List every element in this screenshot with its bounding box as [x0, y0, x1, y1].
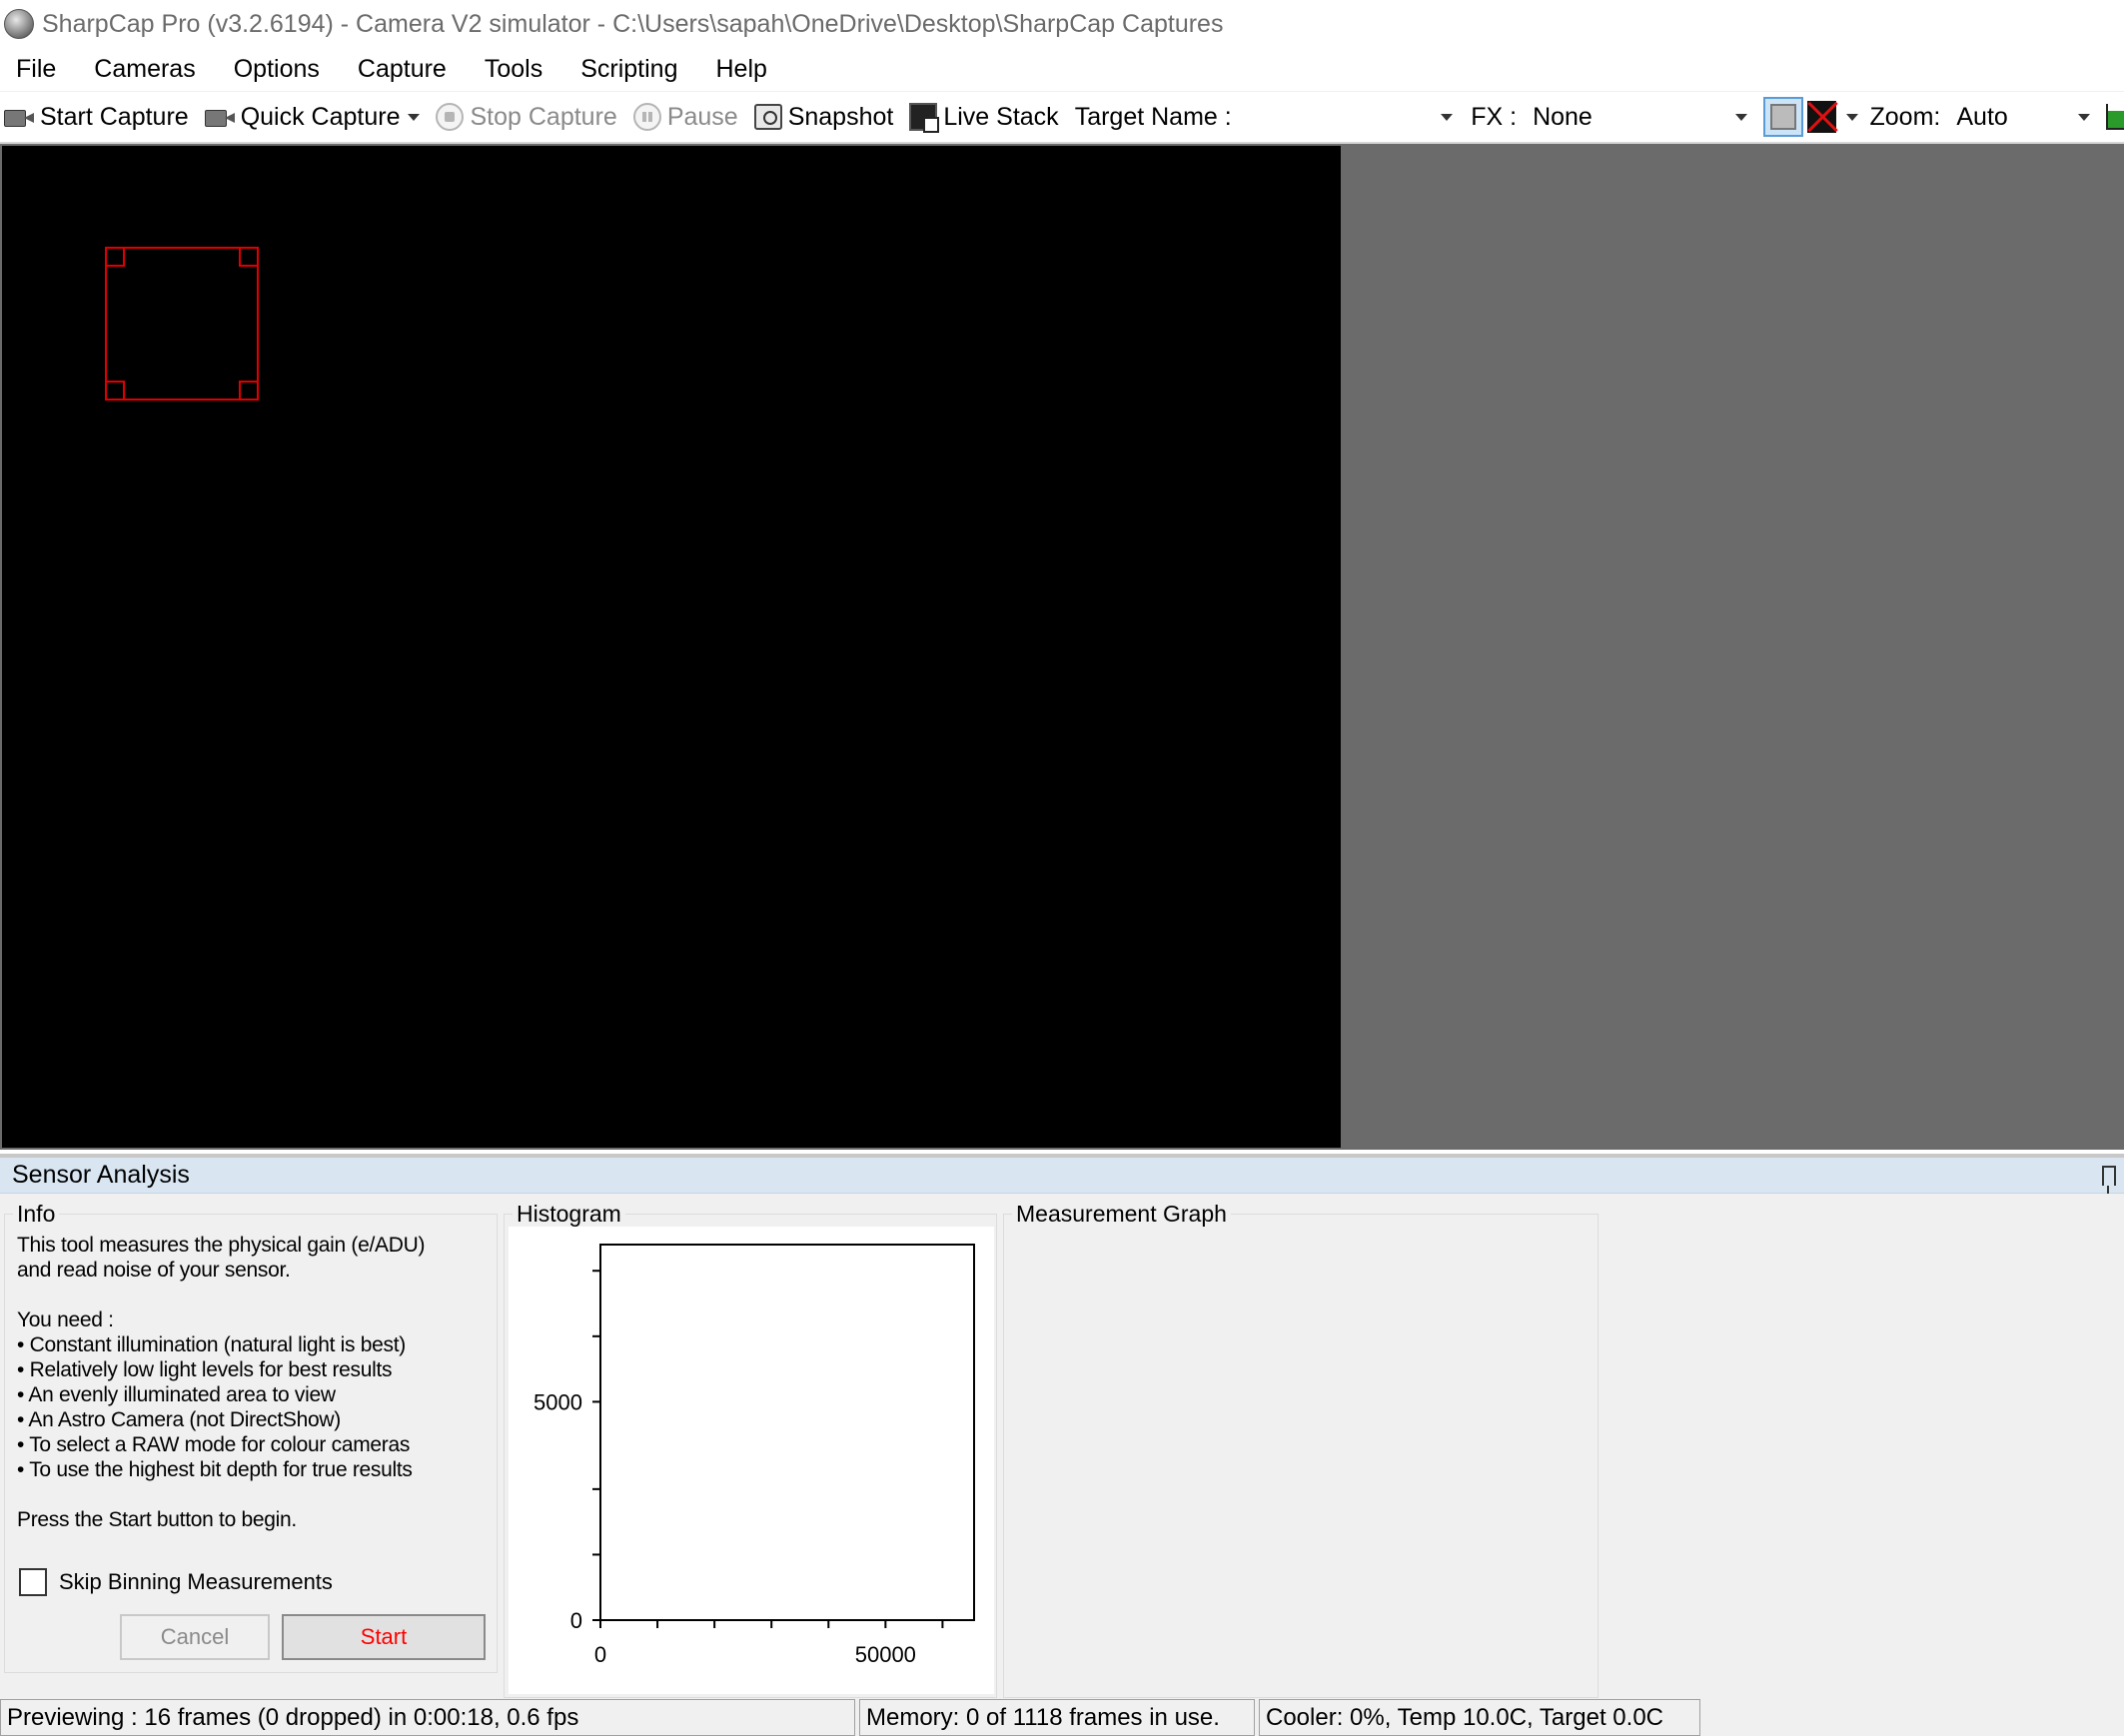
quick-capture-dropdown-icon[interactable]	[408, 113, 421, 121]
histogram-group: Histogram 0 50000 0 5000	[504, 1201, 997, 1698]
measurement-graph-title: Measurement Graph	[1012, 1201, 1231, 1228]
fx-select[interactable]: None	[1527, 98, 1753, 136]
chevron-down-icon	[1734, 113, 1747, 121]
stop-capture-label: Stop Capture	[470, 102, 617, 131]
pause-label: Pause	[666, 102, 738, 131]
info-group: Info This tool measures the physical gai…	[4, 1201, 498, 1673]
live-stack-button[interactable]: Live Stack	[909, 102, 1059, 133]
start-capture-label: Start Capture	[40, 102, 189, 131]
info-group-title: Info	[13, 1201, 60, 1228]
resize-handle-top-right[interactable]	[239, 247, 259, 267]
target-name-label: Target Name :	[1074, 102, 1232, 131]
stop-icon	[436, 103, 465, 131]
resize-handle-top-left[interactable]	[105, 247, 125, 267]
plot-area	[599, 1244, 975, 1621]
start-capture-button[interactable]: Start Capture	[4, 103, 189, 132]
pause-button[interactable]: Pause	[632, 102, 738, 132]
zoom-select[interactable]: Auto	[1950, 98, 2096, 136]
sensor-analysis-panel: Sensor Analysis Info This tool measures …	[0, 1154, 2124, 1699]
panel-header: Sensor Analysis	[0, 1158, 2124, 1194]
video-camera-icon	[204, 107, 235, 127]
x-tick-label: 0	[594, 1642, 606, 1667]
menu-cameras[interactable]: Cameras	[94, 55, 195, 84]
histogram-icon[interactable]	[2105, 104, 2124, 130]
menu-capture[interactable]: Capture	[358, 55, 447, 84]
skip-binning-row[interactable]: Skip Binning Measurements	[19, 1568, 333, 1596]
snapshot-label: Snapshot	[787, 102, 894, 131]
pause-icon	[632, 103, 661, 131]
y-tick-label: 0	[570, 1608, 582, 1633]
crosshair-icon[interactable]	[1806, 101, 1836, 133]
status-bar: Previewing : 16 frames (0 dropped) in 0:…	[0, 1699, 2124, 1736]
menu-options[interactable]: Options	[234, 55, 320, 84]
resize-handle-bottom-left[interactable]	[105, 381, 125, 401]
live-stack-icon	[909, 103, 940, 133]
live-stack-label: Live Stack	[943, 102, 1059, 131]
status-previewing: Previewing : 16 frames (0 dropped) in 0:…	[0, 1699, 855, 1736]
y-tick-label: 5000	[533, 1389, 582, 1414]
snapshot-icon	[753, 104, 782, 130]
measurement-graph-group: Measurement Graph	[1003, 1201, 1598, 1698]
selection-area-box[interactable]	[105, 247, 259, 401]
x-tick-label: 50000	[855, 1642, 916, 1667]
menu-tools[interactable]: Tools	[485, 55, 542, 84]
quick-capture-label: Quick Capture	[240, 102, 401, 131]
window-title: SharpCap Pro (v3.2.6194) - Camera V2 sim…	[42, 9, 1224, 38]
zoom-label: Zoom:	[1869, 102, 1941, 131]
histogram-group-title: Histogram	[513, 1201, 625, 1228]
target-name-combo[interactable]	[1241, 98, 1460, 136]
chevron-down-icon	[2077, 113, 2090, 121]
toolbar: Start Capture Quick Capture Stop Capture…	[0, 92, 2124, 144]
menu-bar: File Cameras Options Capture Tools Scrip…	[0, 48, 2124, 92]
histogram-chart: 0 50000 0 5000	[509, 1227, 994, 1694]
cancel-button[interactable]: Cancel	[120, 1614, 270, 1660]
start-button[interactable]: Start	[282, 1614, 486, 1660]
pin-icon[interactable]	[2102, 1165, 2116, 1194]
panel-title: Sensor Analysis	[12, 1161, 190, 1189]
chevron-down-icon	[1441, 113, 1454, 121]
camera-preview[interactable]	[2, 146, 1341, 1148]
info-text: This tool measures the physical gain (e/…	[17, 1234, 426, 1531]
zoom-value: Auto	[1956, 102, 2008, 131]
sharpcap-logo-icon	[4, 9, 34, 39]
fx-value: None	[1533, 102, 1593, 131]
fx-label: FX :	[1471, 102, 1518, 131]
title-bar: SharpCap Pro (v3.2.6194) - Camera V2 sim…	[0, 0, 2124, 48]
overlay-dropdown-icon[interactable]	[1845, 113, 1858, 121]
snapshot-button[interactable]: Snapshot	[753, 102, 894, 132]
menu-help[interactable]: Help	[715, 55, 766, 84]
skip-binning-label: Skip Binning Measurements	[59, 1569, 333, 1594]
resize-handle-bottom-right[interactable]	[239, 381, 259, 401]
video-camera-icon	[4, 107, 34, 127]
status-cooler: Cooler: 0%, Temp 10.0C, Target 0.0C	[1259, 1699, 1700, 1736]
viewport-background	[0, 144, 2124, 1150]
menu-scripting[interactable]: Scripting	[580, 55, 677, 84]
frame-icon	[1769, 104, 1796, 130]
reticle-toggle-button[interactable]	[1762, 97, 1803, 137]
skip-binning-checkbox[interactable]	[19, 1568, 47, 1596]
stop-capture-button[interactable]: Stop Capture	[436, 102, 617, 132]
status-memory: Memory: 0 of 1118 frames in use.	[859, 1699, 1255, 1736]
menu-file[interactable]: File	[16, 55, 56, 84]
quick-capture-button[interactable]: Quick Capture	[204, 102, 421, 132]
